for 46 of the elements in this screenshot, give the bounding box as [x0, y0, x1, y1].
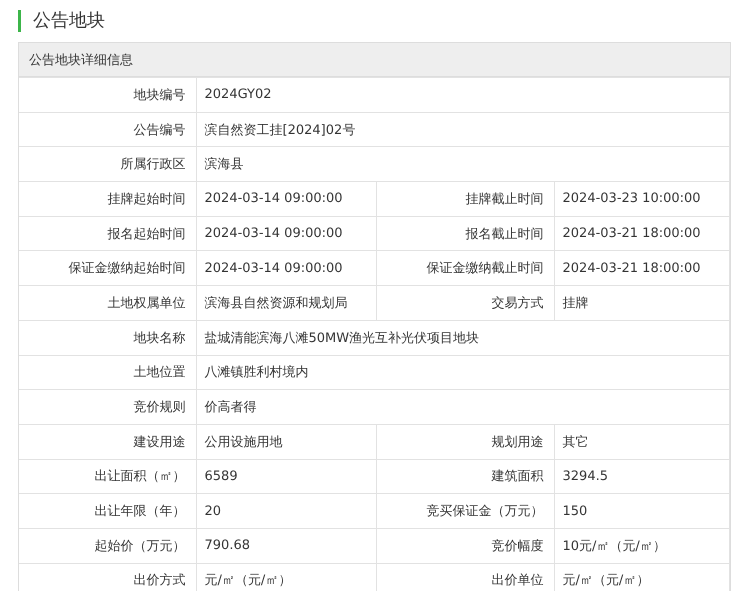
field-value: 2024-03-14 09:00:00 [196, 182, 376, 216]
field-label: 竞价幅度 [376, 528, 554, 564]
field-value: 公用设施用地 [196, 424, 376, 460]
field-label: 出让年限（年） [19, 494, 196, 528]
field-label: 挂牌起始时间 [19, 182, 196, 216]
field-label: 保证金缴纳截止时间 [376, 250, 554, 286]
field-value: 滨海县自然资源和规划局 [196, 286, 376, 320]
field-value: 盐城清能滨海八滩50MW渔光互补光伏项目地块 [196, 320, 730, 355]
field-label: 交易方式 [376, 286, 554, 320]
field-value: 2024-03-21 18:00:00 [554, 250, 730, 286]
field-value: 2024-03-23 10:00:00 [554, 182, 730, 216]
field-label: 起始价（万元） [19, 528, 196, 564]
field-value: 10元/㎡（元/㎡） [554, 528, 730, 564]
field-value: 价高者得 [196, 390, 730, 424]
field-label: 保证金缴纳起始时间 [19, 250, 196, 286]
field-label: 建筑面积 [376, 459, 554, 494]
field-label: 建设用途 [19, 424, 196, 460]
field-label: 出让面积（㎡） [19, 459, 196, 494]
field-value: 3294.5 [554, 459, 730, 494]
field-label: 所属行政区 [19, 146, 196, 182]
field-label: 报名截止时间 [376, 216, 554, 251]
panel-title: 公告地块详细信息 [19, 43, 730, 77]
field-value: 2024-03-21 18:00:00 [554, 216, 730, 251]
field-value: 挂牌 [554, 286, 730, 320]
field-label: 规划用途 [376, 424, 554, 460]
field-label: 公告编号 [19, 112, 196, 147]
field-value: 2024-03-14 09:00:00 [196, 216, 376, 251]
field-value: 6589 [196, 459, 376, 494]
field-label: 土地权属单位 [19, 286, 196, 320]
field-value: 2024GY02 [196, 78, 730, 112]
field-value: 八滩镇胜利村境内 [196, 355, 730, 390]
field-label: 地块名称 [19, 320, 196, 355]
field-value: 150 [554, 494, 730, 528]
field-label: 竞买保证金（万元） [376, 494, 554, 528]
field-label: 竞价规则 [19, 390, 196, 424]
field-value: 20 [196, 494, 376, 528]
field-value: 2024-03-14 09:00:00 [196, 250, 376, 286]
field-value: 790.68 [196, 528, 376, 564]
field-value: 滨自然资工挂[2024]02号 [196, 112, 730, 147]
field-label: 土地位置 [19, 355, 196, 390]
field-label: 报名起始时间 [19, 216, 196, 251]
field-value: 滨海县 [196, 146, 730, 182]
field-label: 挂牌截止时间 [376, 182, 554, 216]
field-label: 地块编号 [19, 78, 196, 112]
field-value: 其它 [554, 424, 730, 460]
page-title: 公告地块 [18, 10, 105, 32]
